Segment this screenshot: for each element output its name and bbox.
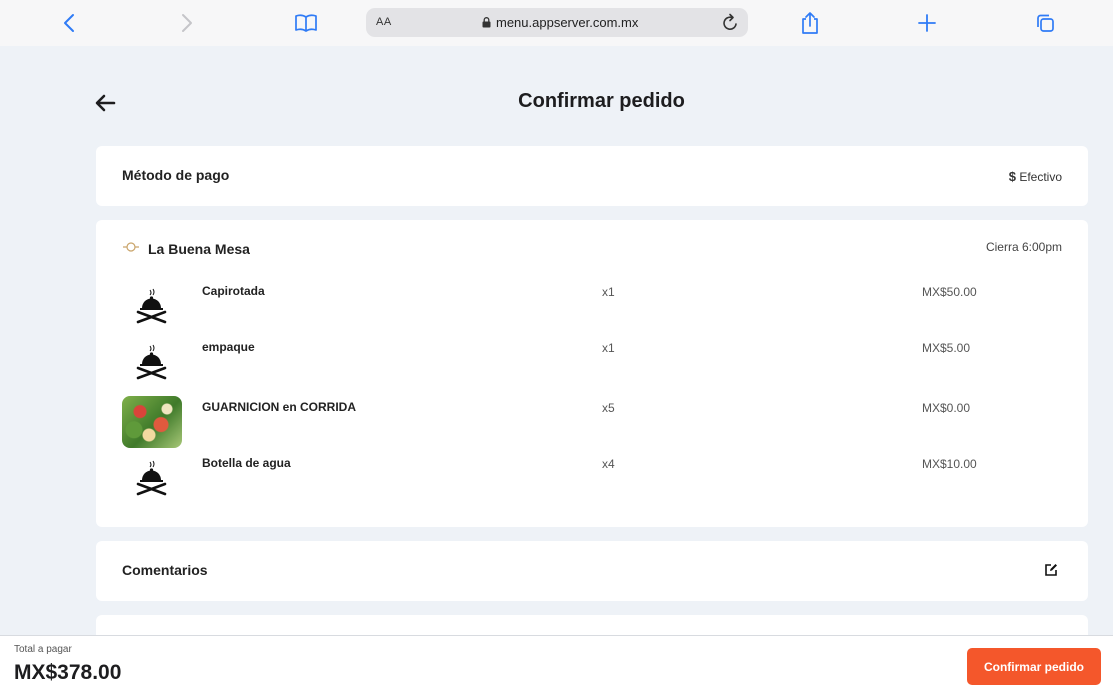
payment-method-text: Efectivo [1019,170,1062,184]
lock-icon [482,17,491,28]
forward-icon[interactable] [172,8,202,38]
item-quantity: x4 [602,457,615,471]
reload-icon[interactable] [722,12,740,37]
item-name: Capirotada [202,284,265,298]
dish-placeholder-icon [122,336,182,388]
item-quantity: x1 [602,285,615,299]
order-item: GUARNICION en CORRIDA x5 MX$0.00 [122,396,1062,448]
comments-card[interactable]: Comentarios [96,541,1088,601]
address-bar[interactable]: AA menu.appserver.com.mx [366,8,748,37]
item-name: empaque [202,340,255,354]
item-name: GUARNICION en CORRIDA [202,400,357,414]
item-quantity: x1 [602,341,615,355]
browser-toolbar: AA menu.appserver.com.mx [0,0,1113,46]
url-display[interactable]: menu.appserver.com.mx [482,15,638,30]
payment-method-value[interactable]: $ Efectivo [1009,169,1062,184]
order-item: empaque x1 MX$5.00 [122,336,1062,388]
total-label: Total a pagar [14,644,72,655]
back-icon[interactable] [54,8,84,38]
total-amount: MX$378.00 [14,661,122,684]
tabs-icon[interactable] [1030,8,1060,38]
payment-method-card[interactable]: Método de pago $ Efectivo [96,146,1088,206]
comments-label: Comentarios [122,562,208,578]
dish-placeholder-icon [122,452,182,504]
dollar-sign: $ [1008,169,1016,184]
order-item: Capirotada x1 MX$50.00 [122,280,1062,332]
url-text: menu.appserver.com.mx [496,15,639,30]
item-price: MX$0.00 [922,401,971,415]
order-footer: Total a pagar MX$378.00 Confirmar pedido [0,635,1113,696]
item-price: MX$5.00 [922,341,971,355]
text-size-button[interactable]: AA [376,16,392,28]
item-quantity: x5 [602,401,615,415]
edit-icon[interactable] [1044,563,1058,582]
bookmarks-icon[interactable] [291,8,321,38]
order-item: Botella de agua x4 MX$10.00 [122,452,1062,504]
share-icon[interactable] [795,8,825,38]
page-title: Confirmar pedido [518,90,685,112]
restaurant-name: La Buena Mesa [148,241,250,257]
confirm-order-button[interactable]: Confirmar pedido [967,648,1101,685]
restaurant-order-card: La Buena Mesa Cierra 6:00pm Capirotada x… [96,220,1088,527]
payment-method-label: Método de pago [122,167,230,183]
item-name: Botella de agua [202,456,291,470]
salad-photo [122,396,182,448]
dish-placeholder-icon [122,280,182,332]
item-price: MX$10.00 [922,457,977,471]
item-price: MX$50.00 [922,285,977,299]
closing-time: Cierra 6:00pm [985,240,1062,254]
new-tab-icon[interactable] [912,8,942,38]
restaurant-logo-icon [122,240,140,258]
